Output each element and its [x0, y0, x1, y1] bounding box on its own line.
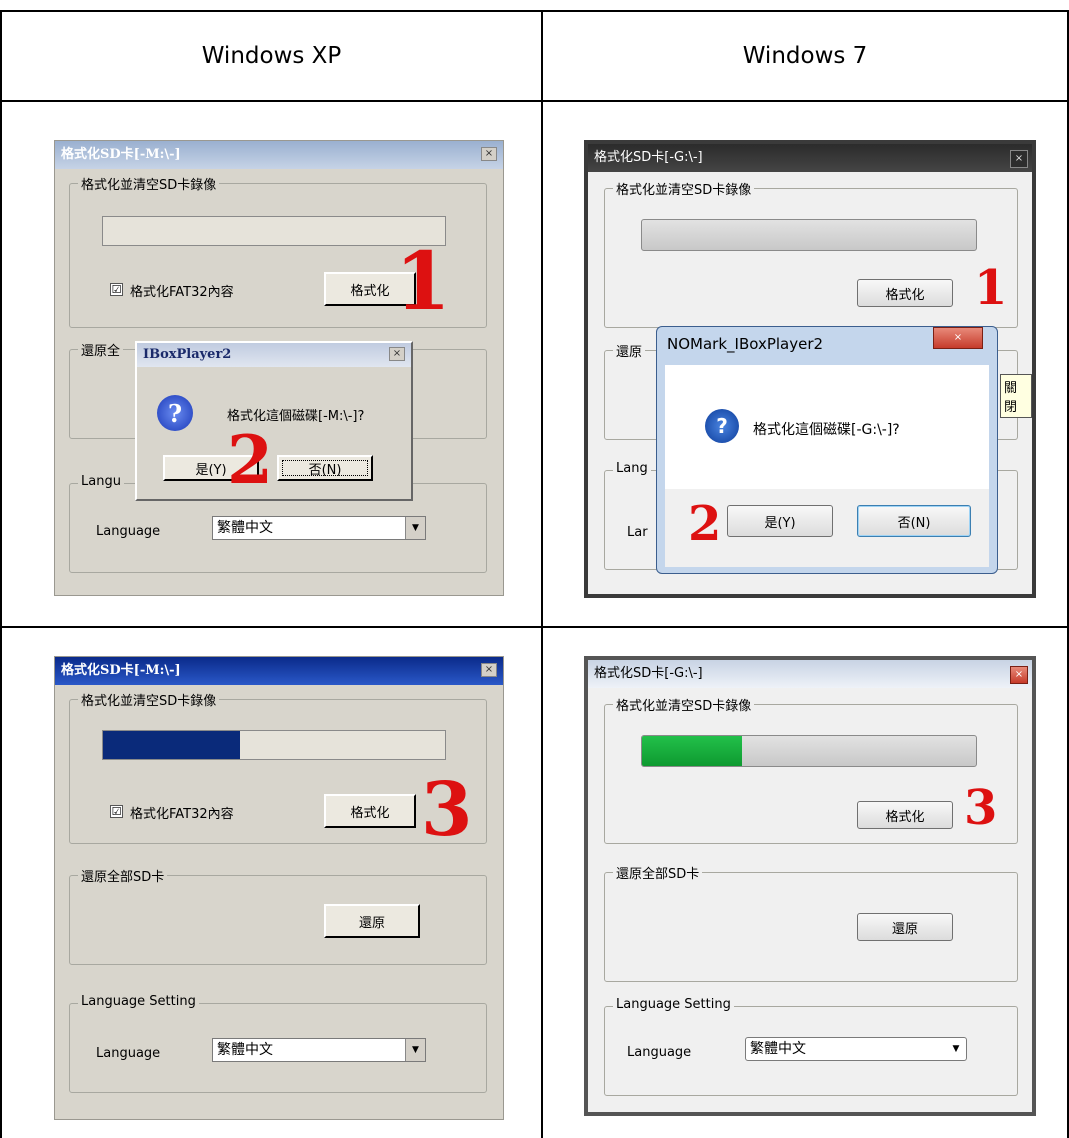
language-label: Language — [627, 1045, 692, 1060]
fat32-checkbox-label: 格式化FAT32內容 — [130, 807, 234, 822]
table-divider-column — [541, 10, 543, 1138]
group-language: Language Setting Language 繁體中文 ▼ — [604, 997, 1018, 1096]
question-icon: ? — [705, 409, 739, 443]
dialog-close-icon[interactable]: × — [933, 327, 983, 349]
progress-fill — [103, 731, 240, 759]
dialog-no-button[interactable]: 否(N) — [277, 455, 373, 481]
group-restore: 還原全部SD卡 還原 — [69, 866, 487, 965]
group-format-sd: 格式化並清空SD卡錄像 格式化 — [604, 179, 1018, 328]
table-divider-row — [0, 626, 1069, 628]
group-format-label: 格式化並清空SD卡錄像 — [78, 690, 220, 709]
language-value: 繁體中文 — [217, 1042, 273, 1058]
group-restore-label: 還原全部SD卡 — [78, 866, 168, 885]
format-button[interactable]: 格式化 — [857, 279, 953, 307]
header-windows-7: Windows 7 — [742, 43, 868, 69]
step-number-1: 1 — [395, 234, 451, 328]
dialog-no-button[interactable]: 否(N) — [857, 505, 971, 537]
chevron-down-icon[interactable]: ▼ — [946, 1038, 966, 1060]
group-format-label: 格式化並清空SD卡錄像 — [78, 174, 220, 193]
chevron-down-icon[interactable]: ▼ — [405, 1039, 425, 1061]
step-number-3: 3 — [964, 780, 998, 836]
dialog-body: ? 格式化這個磁碟[-G:\-]? — [665, 365, 989, 489]
group-language: Language Setting Language 繁體中文 ▼ — [69, 994, 487, 1093]
fat32-checkbox[interactable]: ☑ — [110, 283, 123, 296]
language-value: 繁體中文 — [217, 520, 273, 536]
dialog-title: NOMark_IBoxPlayer2 — [667, 335, 824, 353]
language-label: Language — [96, 524, 161, 539]
dialog-message: 格式化這個磁碟[-G:\-]? — [753, 422, 900, 438]
restore-button[interactable]: 還原 — [857, 913, 953, 941]
group-language-label: Language Setting — [613, 997, 734, 1012]
group-language-label: Lang — [613, 461, 651, 476]
language-select[interactable]: 繁體中文 ▼ — [745, 1037, 967, 1061]
group-restore-label: 還原 — [613, 341, 646, 360]
group-restore-label: 還原全部SD卡 — [613, 863, 703, 882]
group-language-label: Langu — [78, 474, 124, 489]
close-icon[interactable]: × — [481, 147, 497, 161]
dialog-close-icon[interactable]: × — [389, 347, 405, 361]
window-title: 格式化SD卡[-G:\-] — [588, 660, 1032, 688]
group-language-label: Language Setting — [78, 994, 199, 1009]
question-icon: ? — [157, 395, 193, 431]
language-label: Language — [96, 1046, 161, 1061]
restore-button[interactable]: 還原 — [324, 904, 420, 938]
w7-format-window-step-1-2: 格式化SD卡[-G:\-] × 格式化並清空SD卡錄像 格式化 還原 Lang … — [584, 140, 1036, 598]
format-button[interactable]: 格式化 — [324, 794, 416, 828]
group-format-sd: 格式化並清空SD卡錄像 格式化 — [604, 695, 1018, 844]
header-windows-xp: Windows XP — [201, 43, 342, 69]
xp-confirm-dialog: IBoxPlayer2 × ? 格式化這個磁碟[-M:\-]? 是(Y) 否(N… — [135, 341, 413, 501]
format-progress-bar — [102, 730, 446, 760]
language-select[interactable]: 繁體中文 ▼ — [212, 516, 426, 540]
window-title: 格式化SD卡[-M:\-] — [55, 657, 503, 685]
group-format-label: 格式化並清空SD卡錄像 — [613, 695, 755, 714]
format-button[interactable]: 格式化 — [857, 801, 953, 829]
close-icon[interactable]: × — [1010, 150, 1028, 168]
step-number-2: 2 — [227, 421, 273, 499]
language-select[interactable]: 繁體中文 ▼ — [212, 1038, 426, 1062]
window-title: 格式化SD卡[-M:\-] — [55, 141, 503, 169]
group-restore: 還原全部SD卡 還原 — [604, 863, 1018, 982]
step-number-2: 2 — [688, 496, 722, 552]
format-progress-bar — [641, 735, 977, 767]
group-restore-label: 還原全 — [78, 340, 124, 359]
format-progress-bar — [641, 219, 977, 251]
chevron-down-icon[interactable]: ▼ — [405, 517, 425, 539]
group-format-label: 格式化並清空SD卡錄像 — [613, 179, 755, 198]
close-icon[interactable]: × — [1010, 666, 1028, 684]
xp-format-window-step-3: 格式化SD卡[-M:\-] × 格式化並清空SD卡錄像 ☑ 格式化FAT32內容… — [54, 656, 504, 1120]
close-tooltip: 關閉 — [1000, 374, 1032, 418]
window-title: 格式化SD卡[-G:\-] — [588, 144, 1032, 172]
step-number-1: 1 — [974, 260, 1008, 316]
table-divider-header — [0, 100, 1069, 102]
step-number-3: 3 — [421, 767, 473, 853]
progress-fill — [642, 736, 743, 766]
dialog-title: IBoxPlayer2 — [137, 343, 411, 367]
language-value: 繁體中文 — [750, 1041, 806, 1057]
table-border-left — [0, 10, 2, 1138]
dialog-yes-button[interactable]: 是(Y) — [727, 505, 833, 537]
xp-format-window-step-1-2: 格式化SD卡[-M:\-] × 格式化並清空SD卡錄像 ☑ 格式化FAT32內容… — [54, 140, 504, 596]
fat32-checkbox[interactable]: ☑ — [110, 805, 123, 818]
comparison-table: Windows XP Windows 7 格式化SD卡[-M:\-] × 格式化… — [0, 0, 1069, 1138]
language-label: Lar — [627, 525, 648, 540]
fat32-checkbox-label: 格式化FAT32內容 — [130, 285, 234, 300]
w7-format-window-step-3: 格式化SD卡[-G:\-] × 格式化並清空SD卡錄像 格式化 還原全部SD卡 … — [584, 656, 1036, 1116]
close-icon[interactable]: × — [481, 663, 497, 677]
